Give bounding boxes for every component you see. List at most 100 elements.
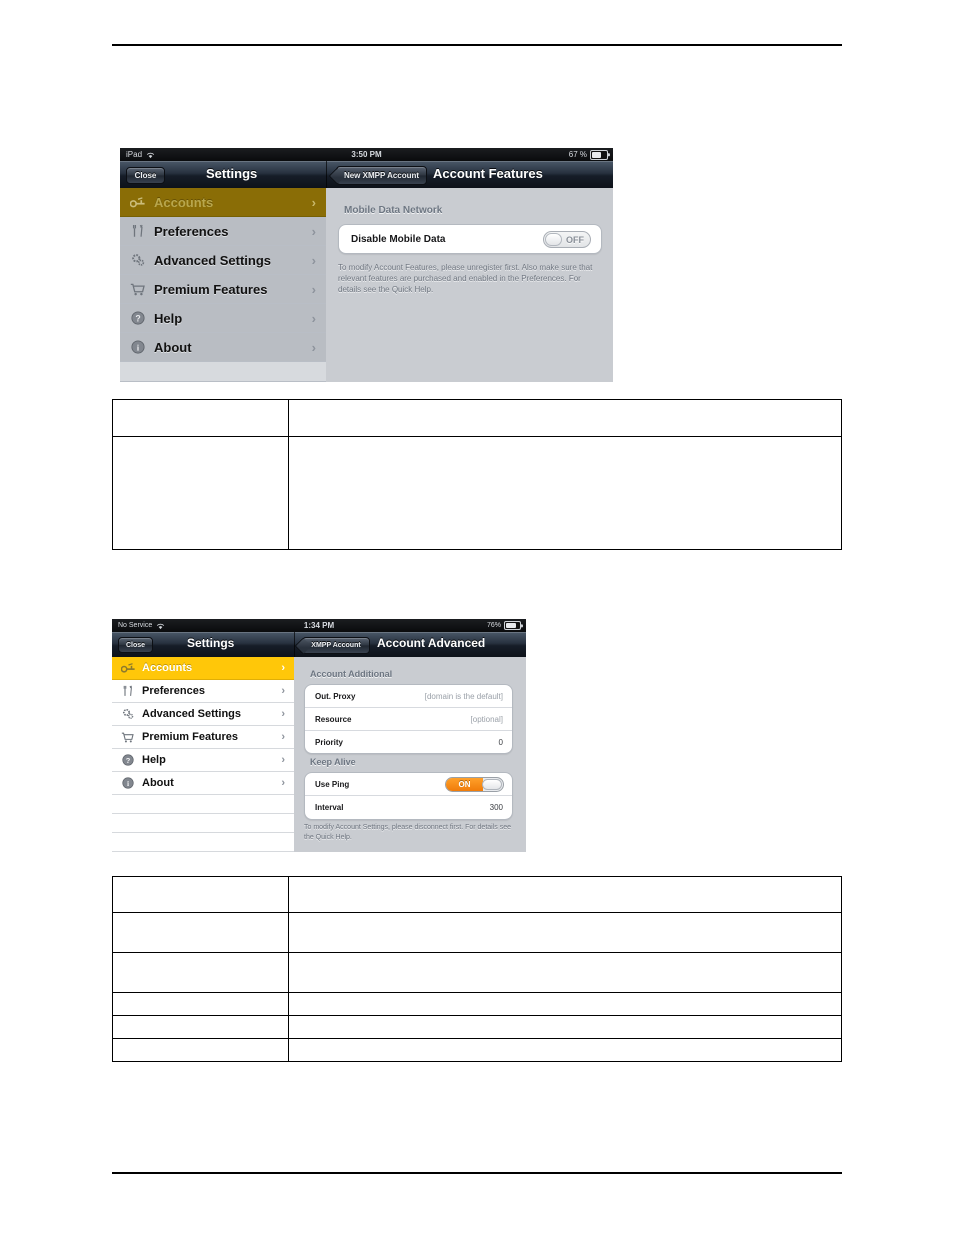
sidebar-item-advanced-settings[interactable]: Advanced Settings › <box>120 246 326 275</box>
close-button-2[interactable]: Close <box>118 637 153 653</box>
xmpp-account-back-button[interactable]: XMPP Account <box>302 637 370 654</box>
use-ping-label: Use Ping <box>315 779 350 789</box>
sidebar-item-premium-features[interactable]: Premium Features › <box>120 275 326 304</box>
sidebar-item-accounts[interactable]: Accounts › <box>112 657 294 680</box>
question-icon: ? <box>129 310 146 327</box>
key-icon <box>120 661 135 676</box>
table-cell <box>288 399 842 437</box>
account-features-title: Account Features <box>433 166 543 181</box>
table-row <box>112 876 842 913</box>
footer-rule <box>112 1172 842 1174</box>
priority-label: Priority <box>315 737 344 747</box>
sidebar-item-label: About <box>154 339 192 355</box>
table-cell <box>112 399 289 437</box>
status-bar-time-1: 3:50 PM <box>351 150 382 159</box>
account-additional-group-title: Account Additional <box>310 669 393 679</box>
sidebar-item-label: Premium Features <box>154 281 268 297</box>
use-ping-row[interactable]: Use Ping ON <box>305 773 512 796</box>
table-cell <box>288 952 842 993</box>
sidebar-item-help[interactable]: ? Help › <box>120 304 326 333</box>
battery-percent-label: 76% <box>486 622 501 629</box>
use-ping-toggle[interactable]: ON <box>445 777 504 792</box>
table-cell <box>112 912 289 953</box>
sidebar-item-label: Accounts <box>154 194 214 210</box>
sidebar-item-label: Preferences <box>154 223 229 239</box>
priority-row[interactable]: Priority 0 <box>305 731 512 753</box>
status-bar-time-2: 1:34 PM <box>303 621 335 630</box>
detail-pane-2: Account Additional Out. Proxy [domain is… <box>294 657 526 852</box>
sidebar-item-preferences[interactable]: Preferences › <box>112 680 294 703</box>
chevron-right-icon: › <box>281 731 285 743</box>
interval-row[interactable]: Interval 300 <box>305 796 512 819</box>
svg-text:?: ? <box>135 314 140 324</box>
account-advanced-note: To modify Account Settings, please disco… <box>304 824 511 841</box>
keep-alive-group-title: Keep Alive <box>310 757 356 767</box>
chevron-right-icon: › <box>311 339 316 355</box>
disable-mobile-data-row[interactable]: Disable Mobile Data OFF <box>339 225 601 253</box>
status-bar-2: No Service 1:34 PM 76% <box>112 619 526 632</box>
nav-divider-1 <box>326 161 327 188</box>
new-xmpp-account-back-button[interactable]: New XMPP Account <box>336 166 427 185</box>
keep-alive-card: Use Ping ON Interval 300 <box>304 772 513 820</box>
table-cell <box>112 1015 289 1039</box>
settings-sidebar-2: Accounts › Preferences › Advanced Settin… <box>112 657 294 852</box>
resource-row[interactable]: Resource [optional] <box>305 708 512 731</box>
account-additional-card: Out. Proxy [domain is the default] Resou… <box>304 684 513 754</box>
table-cell <box>288 1038 842 1062</box>
key-icon <box>129 194 146 211</box>
nav-bar-2: Close Settings XMPP Account Account Adva… <box>112 632 526 657</box>
sidebar-item-preferences[interactable]: Preferences › <box>120 217 326 246</box>
resource-label: Resource <box>315 714 352 724</box>
sidebar-item-about[interactable]: i About › <box>112 772 294 795</box>
account-advanced-title: Account Advanced <box>377 636 486 650</box>
tools-icon <box>129 223 146 240</box>
sidebar-item-premium-features[interactable]: Premium Features › <box>112 726 294 749</box>
mobile-data-network-group-title: Mobile Data Network <box>344 205 443 216</box>
out-proxy-label: Out. Proxy <box>315 691 356 701</box>
document-page: iPad 3:50 PM 67 % Close Settings New XMP… <box>0 0 954 1235</box>
sidebar-item-accounts[interactable]: Accounts › <box>120 188 326 217</box>
chevron-right-icon: › <box>311 252 316 268</box>
table-cell <box>112 876 289 913</box>
sidebar-empty-row-2 <box>112 814 294 833</box>
table-cell <box>288 436 842 550</box>
detail-pane-1: Mobile Data Network Disable Mobile Data … <box>326 188 613 382</box>
sidebar-item-about[interactable]: i About › <box>120 333 326 362</box>
interval-value: 300 <box>489 803 503 812</box>
sidebar-item-advanced-settings[interactable]: Advanced Settings › <box>112 703 294 726</box>
close-button-1[interactable]: Close <box>126 167 165 184</box>
chevron-right-icon: › <box>311 194 316 210</box>
settings-sidebar-1: Accounts › Preferences › Advanced Settin… <box>120 188 326 382</box>
interval-label: Interval <box>315 803 344 812</box>
sidebar-item-help[interactable]: ? Help › <box>112 749 294 772</box>
status-bar-1: iPad 3:50 PM 67 % <box>120 148 613 161</box>
table-cell <box>112 992 289 1016</box>
chevron-right-icon: › <box>281 754 285 766</box>
priority-value: 0 <box>498 737 503 747</box>
cart-icon <box>129 281 146 298</box>
info-icon: i <box>120 776 135 791</box>
table-cell <box>288 876 842 913</box>
table-row <box>112 992 842 1016</box>
table-row <box>112 1015 842 1039</box>
header-rule <box>112 44 842 46</box>
table-two <box>112 876 842 1062</box>
table-cell <box>112 1038 289 1062</box>
disable-mobile-data-toggle[interactable]: OFF <box>543 231 591 248</box>
mobile-data-card: Disable Mobile Data OFF <box>338 224 602 254</box>
battery-icon <box>590 149 608 160</box>
svg-text:i: i <box>126 779 128 788</box>
status-bar-right-1: 67 % <box>569 149 608 160</box>
chevron-right-icon: › <box>311 281 316 297</box>
toggle-state-label: ON <box>458 780 471 789</box>
chevron-right-icon: › <box>311 223 316 239</box>
table-cell <box>288 912 842 953</box>
nav-bar-1: Close Settings New XMPP Account Account … <box>120 161 613 188</box>
out-proxy-row[interactable]: Out. Proxy [domain is the default] <box>305 685 512 708</box>
sidebar-item-label: Advanced Settings <box>142 708 242 720</box>
table-row <box>112 436 842 550</box>
sidebar-item-label: Premium Features <box>142 731 238 743</box>
sidebar-empty-row-1 <box>112 795 294 814</box>
gears-icon <box>120 707 135 722</box>
table-cell <box>112 952 289 993</box>
